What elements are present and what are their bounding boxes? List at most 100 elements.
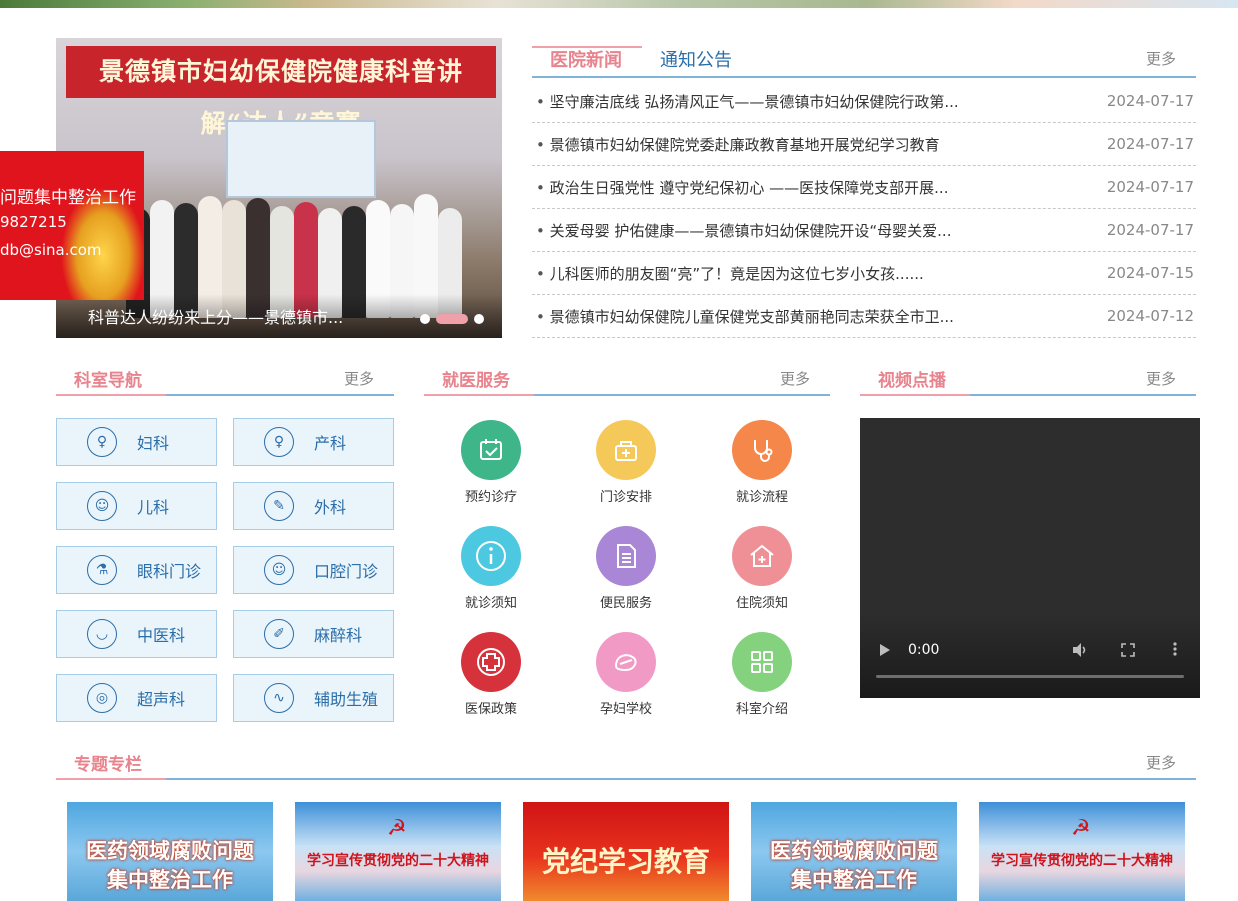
video-player[interactable]: 0:00 [860,418,1200,698]
special-banner[interactable]: 医药领域腐败问题 集中整治工作 [67,802,273,901]
news-date: 2024-07-17 [1106,178,1194,196]
news-item[interactable]: 景德镇市妇幼保健院儿童保健党支部黄丽艳同志荣获全市卫... 2024-07-12 [532,295,1196,338]
service-convenience[interactable]: 便民服务 [581,526,671,611]
dept-label: 辅助生殖 [314,690,379,709]
carousel-banner-text: 景德镇市妇幼保健院健康科普讲解“达人”竞赛 [66,46,496,138]
party-emblem-icon: ☭ [387,816,407,841]
video-progress-bar[interactable] [876,675,1184,678]
tab-announcements[interactable]: 通知公告 [660,46,732,72]
special-banner[interactable]: ☭ 学习宣传贯彻党的二十大精神 [979,802,1185,901]
service-label: 医保政策 [464,702,517,717]
fullscreen-icon[interactable] [1121,643,1135,657]
carousel-dot-active[interactable] [436,314,468,324]
mortar-icon: ◡ [87,619,117,649]
float-ad-line: 问题集中整治工作 [0,188,136,208]
news-title[interactable]: 政治生日强党性 遵守党纪保初心 ——医技保障党支部开展... [536,177,949,198]
dept-pediatrics[interactable]: ☺ 儿科 [56,482,217,530]
news-date: 2024-07-17 [1106,92,1194,110]
more-options-icon[interactable] [1172,641,1178,657]
news-title[interactable]: 景德镇市妇幼保健院党委赴廉政教育基地开展党纪学习教育 [536,134,940,155]
info-icon [461,526,521,586]
volume-icon[interactable] [1071,642,1089,658]
service-visit-notice[interactable]: 就诊须知 [446,526,536,611]
special-more-link[interactable]: 更多 [1146,752,1176,773]
dept-anesthesia[interactable]: ✐ 麻醉科 [233,610,394,658]
news-date: 2024-07-12 [1106,307,1194,325]
medical-kit-icon [596,420,656,480]
services-more-link[interactable]: 更多 [780,368,810,389]
service-label: 门诊安排 [599,490,652,505]
news-item[interactable]: 儿科医师的朋友圈“亮”了！竟是因为这位七岁小女孩...... 2024-07-15 [532,252,1196,295]
dept-ultrasound[interactable]: ◎ 超声科 [56,674,217,722]
special-banner[interactable]: 医药领域腐败问题 集中整治工作 [751,802,957,901]
banner-text: 集中整治工作 [107,868,233,892]
service-clinic-schedule[interactable]: 门诊安排 [581,420,671,505]
section-title: 专题专栏 [74,755,142,775]
baby-face-icon: ☺ [87,491,117,521]
service-label: 便民服务 [599,596,652,611]
service-insurance-policy[interactable]: 医保政策 [446,632,536,717]
syringe-icon: ✐ [264,619,294,649]
service-visit-process[interactable]: 就诊流程 [717,420,807,505]
service-label: 就诊须知 [464,596,517,611]
banner-text: 学习宣传贯彻党的二十大精神 [307,853,489,869]
service-appointment[interactable]: 预约诊疗 [446,420,536,505]
banner-text: 集中整治工作 [791,868,917,892]
banner-text: 医药领域腐败问题 [86,839,254,863]
services-header: 就医服务 更多 [424,362,830,396]
dept-reproductive[interactable]: ∿ 辅助生殖 [233,674,394,722]
special-banner[interactable]: 党纪学习教育 [523,802,729,901]
dept-label: 儿科 [137,498,170,517]
carousel-caption[interactable]: 科普达人纷纷来上分——景德镇市... [88,304,343,328]
carousel-dot[interactable] [420,314,430,324]
news-title[interactable]: 坚守廉洁底线 弘扬清风正气——景德镇市妇幼保健院行政第... [536,91,959,112]
dept-label: 产科 [314,434,347,453]
special-columns-header: 专题专栏 更多 [56,746,1196,780]
special-banner[interactable]: ☭ 学习宣传贯彻党的二十大精神 [295,802,501,901]
house-plus-icon [732,526,792,586]
news-tabs: 医院新闻 通知公告 更多 [532,38,1196,78]
smile-icon: ☺ [264,555,294,585]
news-title[interactable]: 关爱母婴 护佑健康——景德镇市妇幼保健院开设“母婴关爱... [536,220,952,241]
video-header: 视频点播 更多 [860,362,1196,396]
play-icon[interactable] [878,642,892,658]
dept-tcm[interactable]: ◡ 中医科 [56,610,217,658]
service-label: 住院须知 [735,596,788,611]
video-more-link[interactable]: 更多 [1146,368,1176,389]
embryo-icon: ∿ [264,683,294,713]
service-dept-intro[interactable]: 科室介绍 [717,632,807,717]
dept-label: 中医科 [137,626,186,645]
section-title: 科室导航 [74,371,142,391]
dept-label: 眼科门诊 [137,562,202,581]
news-title[interactable]: 儿科医师的朋友圈“亮”了！竟是因为这位七岁小女孩...... [536,263,924,284]
news-title[interactable]: 景德镇市妇幼保健院儿童保健党支部黄丽艳同志荣获全市卫... [536,306,954,327]
service-prenatal-school[interactable]: 孕妇学校 [581,632,671,717]
ultrasound-icon: ◎ [87,683,117,713]
dept-surgery[interactable]: ✎ 外科 [233,482,394,530]
carousel-dot[interactable] [474,314,484,324]
carousel-indicator[interactable] [420,314,484,324]
stethoscope-icon [732,420,792,480]
dept-label: 妇科 [137,434,170,453]
news-item[interactable]: 坚守廉洁底线 弘扬清风正气——景德镇市妇幼保健院行政第... 2024-07-17 [532,80,1196,123]
section-title: 视频点播 [878,371,946,391]
service-inpatient-notice[interactable]: 住院须知 [717,526,807,611]
service-label: 预约诊疗 [464,490,517,505]
dept-ophthalmology[interactable]: ⚗ 眼科门诊 [56,546,217,594]
tab-hospital-news[interactable]: 医院新闻 [550,46,622,72]
scalpel-icon: ✎ [264,491,294,521]
news-item[interactable]: 政治生日强党性 遵守党纪保初心 ——医技保障党支部开展... 2024-07-17 [532,166,1196,209]
flask-icon: ⚗ [87,555,117,585]
service-label: 科室介绍 [735,702,788,717]
dept-obstetrics[interactable]: ♀ 产科 [233,418,394,466]
insurance-icon [461,632,521,692]
dept-gynecology[interactable]: ♀ 妇科 [56,418,217,466]
news-item[interactable]: 景德镇市妇幼保健院党委赴廉政教育基地开展党纪学习教育 2024-07-17 [532,123,1196,166]
dept-stomatology[interactable]: ☺ 口腔门诊 [233,546,394,594]
top-header-image [0,0,1238,8]
news-item[interactable]: 关爱母婴 护佑健康——景德镇市妇幼保健院开设“母婴关爱... 2024-07-17 [532,209,1196,252]
floating-ad-banner[interactable]: 问题集中整治工作 9827215 db@sina.com [0,151,144,300]
departments-more-link[interactable]: 更多 [344,368,374,389]
news-more-link[interactable]: 更多 [1146,48,1176,69]
service-label: 孕妇学校 [599,702,652,717]
